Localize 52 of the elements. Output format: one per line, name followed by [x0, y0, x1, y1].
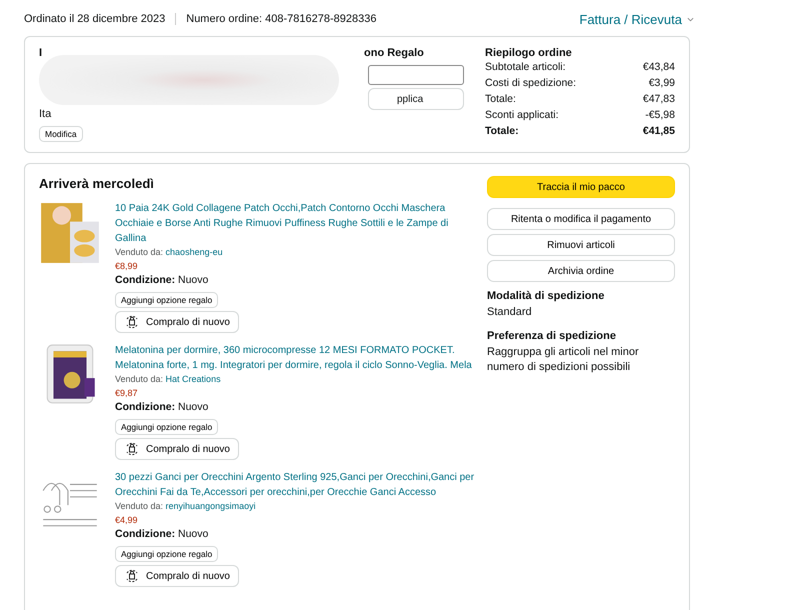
seller-info: Venduto da: chaosheng-eu — [115, 246, 223, 259]
shipping-method-heading: Modalità di spedizione — [487, 290, 606, 302]
action-button[interactable]: Rimuovi articoli — [487, 234, 675, 256]
summary-label: Totale: — [485, 92, 516, 107]
product-box-drawing — [39, 201, 101, 265]
summary-value: €3,99 — [648, 76, 675, 91]
summary-value: €43,84 — [642, 60, 675, 75]
condition-text: Condizione: Nuovo — [115, 400, 208, 415]
shipping-preference: Raggruppa gli articoli nel minor numero di spedizioni possibili — [487, 345, 640, 375]
address-line: Ita — [39, 107, 52, 122]
buy-again-button[interactable]: Compralo di nuovo — [115, 311, 239, 333]
buy-again-button[interactable]: Compralo di nuovo — [115, 565, 239, 587]
seller-info: Venduto da: renyihuangongsimaoyi — [115, 500, 256, 513]
shipping-method: Standard — [487, 305, 533, 320]
summary-label: Sconti applicati: — [485, 108, 559, 123]
seller-info: Venduto da: Hat Creations — [115, 373, 221, 386]
product-price: €4,99 — [115, 514, 138, 527]
action-button[interactable]: Archivia ordine — [487, 260, 675, 282]
product-title-link[interactable]: 30 pezzi Ganci per Orecchini Argento Sterling 925,Ganci per Orecchini,Ganci per Orecchini Fai da Te,Accessori per orecchini,per Orecchie Ganci Accesso — [115, 470, 475, 500]
delivery-heading: Arriverà mercoledì — [39, 176, 155, 191]
invoice-link[interactable]: Fattura / Ricevuta — [579, 12, 694, 26]
summary-value: -€5,98 — [645, 108, 675, 123]
order-date: Ordinato il 28 dicembre 2023 — [24, 13, 166, 25]
action-button[interactable]: Traccia il mio pacco — [487, 176, 675, 198]
summary-value: €41,85 — [642, 124, 675, 139]
apply-button[interactable]: pplica — [368, 88, 464, 110]
edit-button[interactable]: Modifica — [39, 126, 83, 142]
chevron-down-icon — [687, 16, 694, 22]
action-button[interactable]: Ritenta o modifica il pagamento — [487, 208, 675, 230]
product-price: €9,87 — [115, 387, 138, 400]
product-price: €8,99 — [115, 260, 138, 273]
product-title-link[interactable]: Melatonina per dormire, 360 microcompresse 12 MESI FORMATO POCKET. Melatonina forte, 1 mg. Integratori per dormire, regola il ciclo Sonno-Veglia. Mela — [115, 343, 475, 373]
condition-text: Condizione: Nuovo — [115, 273, 208, 288]
order-number: Numero ordine: 408-7816278-8928336 — [186, 13, 376, 25]
shipping-preference-heading: Preferenza di spedizione — [487, 330, 617, 342]
product-title-link[interactable]: 10 Paia 24K Gold Collagene Patch Occhi,Patch Contorno Occhi Maschera Occhiaie e Borse Anti Rughe Rimuovi Puffiness Rughe Sottili e le Zampe di Gallina — [115, 201, 475, 246]
summary-value: €47,83 — [642, 92, 675, 107]
address-heading: I — [39, 47, 42, 59]
gift-option-button[interactable]: Aggiungi opzione regalo — [115, 546, 218, 562]
gift-code-field[interactable] — [368, 65, 464, 85]
gift-option-button[interactable]: Aggiungi opzione regalo — [115, 292, 218, 308]
condition-text: Condizione: Nuovo — [115, 527, 208, 542]
gift-option-button[interactable]: Aggiungi opzione regalo — [115, 419, 218, 435]
summary-label: Costi di spedizione: — [485, 76, 576, 91]
repeat-bag-icon — [124, 314, 140, 330]
summary-label: Totale: — [485, 124, 519, 139]
repeat-bag-icon — [124, 568, 140, 584]
buy-again-button[interactable]: Compralo di nuovo — [115, 438, 239, 460]
summary-title: Riepilogo ordine — [485, 47, 573, 59]
gift-card-heading: ono Regalo — [364, 47, 424, 59]
repeat-bag-icon — [124, 441, 140, 457]
summary-label: Subtotale articoli: — [485, 60, 566, 75]
